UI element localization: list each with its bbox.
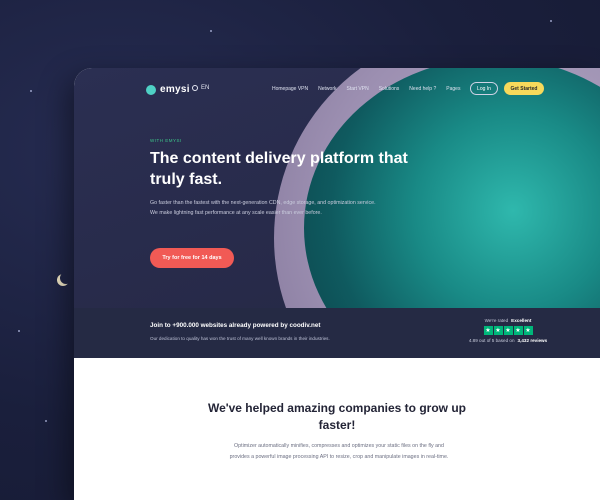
trust-title: Join to +900.000 websites already powere… [150, 322, 321, 329]
rating-stars: ★ ★ ★ ★ ★ [460, 326, 556, 335]
language-label: EN [201, 85, 210, 91]
moon-icon [60, 272, 72, 284]
nav-item-homepage-vpn[interactable]: Homepage VPN [272, 86, 308, 92]
top-navigation: emysi EN Homepage VPN Network Start VPN … [74, 68, 600, 112]
login-button[interactable]: Log In [470, 82, 498, 95]
nav-item-start-vpn[interactable]: Start VPN [346, 86, 368, 92]
star-icon: ★ [493, 326, 503, 335]
star-decoration [45, 420, 47, 422]
nav-menu: Homepage VPN Network Start VPN Solutions… [272, 86, 460, 92]
star-icon: ★ [513, 326, 523, 335]
score-line: 4.89 out of 5 based on 3,432 reviews [460, 338, 556, 343]
trustpilot-rating[interactable]: We're rated Excellent ★ ★ ★ ★ ★ 4.89 out… [460, 318, 556, 343]
hero-subtext: Go faster than the fastest with the next… [150, 200, 376, 216]
nav-item-pages[interactable]: Pages [446, 86, 460, 92]
trust-subtitle: Our dedication to quality has won the tr… [150, 336, 330, 341]
star-icon: ★ [483, 326, 493, 335]
star-decoration [550, 20, 552, 22]
website-preview: emysi EN Homepage VPN Network Start VPN … [74, 68, 600, 500]
rating-word: Excellent [511, 318, 532, 323]
star-icon: ★ [523, 326, 533, 335]
logo-icon [146, 84, 156, 95]
brand-logo[interactable]: emysi [146, 84, 190, 95]
rated-line: We're rated Excellent [460, 318, 556, 323]
hero-eyebrow: WITH EMYSI [150, 138, 182, 143]
reviews-count: 3,432 reviews [517, 338, 548, 343]
nav-item-solutions[interactable]: Solutions [379, 86, 400, 92]
star-decoration [30, 90, 32, 92]
section-title: We've helped amazing companies to grow u… [207, 401, 466, 432]
star-icon: ★ [503, 326, 513, 335]
section-body: Optimizer automatically minifies, compre… [229, 443, 449, 460]
free-trial-button[interactable]: Try for free for 14 days [150, 248, 234, 268]
score-text: 4.89 out of 5 based on [468, 338, 515, 343]
get-started-button[interactable]: Get Started [504, 82, 544, 95]
star-decoration [18, 330, 20, 332]
globe-icon [192, 85, 198, 91]
logo-text: emysi [160, 84, 190, 95]
nav-item-network[interactable]: Network [318, 86, 336, 92]
language-selector[interactable]: EN [192, 85, 209, 91]
rated-prefix: We're rated [484, 318, 509, 323]
trust-bar: Join to +900.000 websites already powere… [74, 308, 600, 358]
hero-section: emysi EN Homepage VPN Network Start VPN … [74, 68, 600, 358]
hero-headline: The content delivery platform that truly… [150, 150, 408, 188]
star-decoration [210, 30, 212, 32]
nav-item-need-help[interactable]: Need help ? [409, 86, 436, 92]
